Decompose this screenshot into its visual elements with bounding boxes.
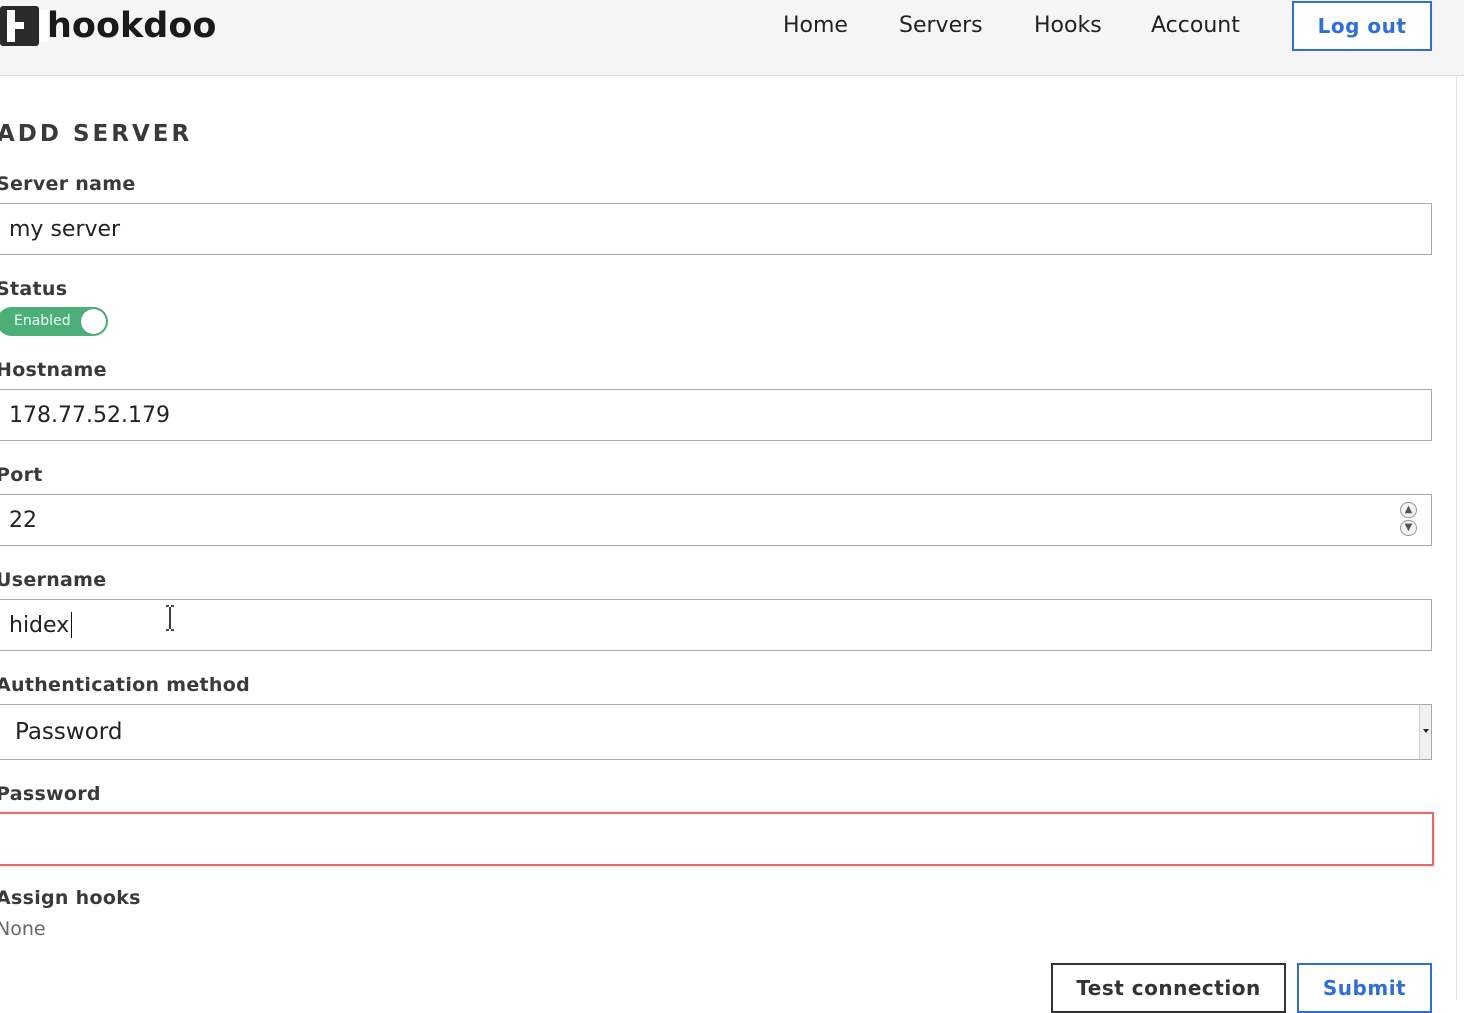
nav-link-servers[interactable]: Servers <box>899 12 983 40</box>
password-input[interactable] <box>0 812 1434 866</box>
brand-name: hookdoo <box>47 6 217 46</box>
port-label: Port <box>0 464 43 486</box>
hookdoo-logo-icon <box>0 6 48 46</box>
auth-method-label: Authentication method <box>0 674 250 696</box>
server-name-input[interactable] <box>0 203 1432 255</box>
status-label: Status <box>0 278 68 300</box>
status-toggle[interactable]: Enabled <box>0 307 108 336</box>
text-caret <box>71 612 72 638</box>
logout-button[interactable]: Log out <box>1292 1 1432 51</box>
auth-method-selected-value: Password <box>15 719 123 745</box>
assign-hooks-label: Assign hooks <box>0 887 141 909</box>
nav-link-home[interactable]: Home <box>783 12 848 40</box>
page-right-border <box>1456 76 1457 1000</box>
password-label: Password <box>0 783 101 805</box>
top-navigation-bar: hookdoo Home Servers Hooks Account Log o… <box>0 0 1464 76</box>
username-label: Username <box>0 569 107 591</box>
port-input[interactable] <box>0 494 1432 546</box>
page-title: ADD SERVER <box>0 121 193 147</box>
nav-link-hooks[interactable]: Hooks <box>1034 12 1102 40</box>
test-connection-button[interactable]: Test connection <box>1051 963 1286 1013</box>
username-input[interactable] <box>0 599 1432 651</box>
nav-link-account[interactable]: Account <box>1151 12 1240 40</box>
brand-logo[interactable]: hookdoo <box>0 6 216 46</box>
ibeam-cursor-icon <box>166 605 174 631</box>
auth-method-select[interactable]: Password <box>0 704 1432 760</box>
toggle-knob <box>81 309 106 334</box>
status-toggle-text: Enabled <box>14 313 71 329</box>
assign-hooks-value: None <box>0 918 46 940</box>
submit-button[interactable]: Submit <box>1297 963 1432 1013</box>
dropdown-arrow-icon <box>1419 705 1431 759</box>
port-increment-icon[interactable]: ▲ <box>1400 502 1417 518</box>
server-name-label: Server name <box>0 173 136 195</box>
hostname-label: Hostname <box>0 359 107 381</box>
port-stepper: ▲ ▼ <box>1400 502 1418 538</box>
port-decrement-icon[interactable]: ▼ <box>1400 520 1417 536</box>
hostname-input[interactable] <box>0 389 1432 441</box>
